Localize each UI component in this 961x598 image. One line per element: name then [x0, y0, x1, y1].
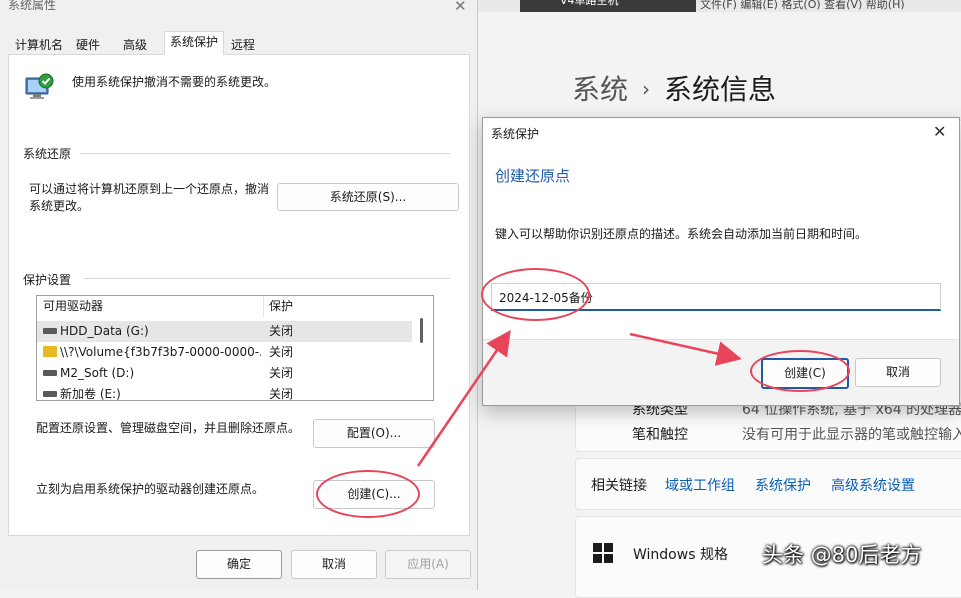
drive-name: M2_Soft (D:) [60, 366, 135, 380]
spec-label-pen-touch: 笔和触控 [632, 427, 688, 443]
link-system-protection[interactable]: 系统保护 [755, 478, 811, 494]
restore-description: 可以通过将计算机还原到上一个还原点，撤消系统更改。 [29, 182, 270, 213]
close-icon[interactable]: ✕ [454, 0, 467, 15]
page-title: 系统信息 [664, 73, 777, 106]
related-links-label: 相关链接 [591, 478, 647, 494]
column-divider [263, 296, 264, 317]
related-links-row: 相关链接 域或工作组 系统保护 高级系统设置 [591, 475, 935, 495]
cancel-button[interactable]: 取消 [291, 550, 377, 579]
tab-computer-name[interactable]: 计算机名 [9, 34, 69, 56]
drive-name: HDD_Data (G:) [60, 324, 149, 338]
intro-text: 使用系统保护撤消不需要的系统更改。 [72, 75, 277, 89]
link-domain-workgroup[interactable]: 域或工作组 [665, 478, 735, 494]
tab-system-protection[interactable]: 系统保护 [164, 31, 225, 55]
hdd-icon [43, 390, 57, 397]
hdd-icon [43, 369, 57, 376]
dialog-title: 系统属性 [8, 0, 57, 12]
create-restore-point-dialog: 系统保护 ✕ 创建还原点 键入可以帮助你识别还原点的描述。系统会自动添加当前日期… [482, 117, 960, 406]
chevron-right-icon: › [642, 77, 651, 101]
cancel-button[interactable]: 取消 [855, 358, 941, 387]
close-icon[interactable]: ✕ [933, 122, 946, 141]
windows-spec-label: Windows 规格 [633, 547, 728, 563]
column-header-protection[interactable]: 保护 [269, 296, 293, 317]
drive-name: \\?\Volume{f3b7f3b7-0000-0000-... [60, 345, 261, 359]
background-active-tab[interactable]: V4单路主机 [520, 0, 696, 12]
table-row[interactable]: HDD_Data (G:) 关闭 [37, 321, 412, 342]
link-advanced-settings[interactable]: 高级系统设置 [831, 478, 915, 494]
hdd-icon [43, 327, 57, 334]
configure-button[interactable]: 配置(O)... [313, 419, 435, 448]
footer-divider [483, 339, 959, 340]
windows-logo-icon [593, 543, 613, 563]
apply-button[interactable]: 应用(A) [385, 550, 471, 579]
ok-button[interactable]: 确定 [196, 550, 282, 579]
tab-advanced[interactable]: 高级 [117, 34, 153, 56]
group-label-system-restore: 系统还原 [23, 147, 72, 161]
drive-status: 关闭 [269, 387, 294, 401]
group-divider [84, 278, 450, 279]
group-divider [80, 153, 450, 154]
table-scrollbar[interactable] [420, 318, 423, 343]
background-tab-label: V4单路主机 [560, 0, 619, 7]
column-header-drive[interactable]: 可用驱动器 [43, 296, 103, 317]
annotation-ring-input [481, 268, 590, 321]
drive-status: 关闭 [269, 366, 294, 380]
annotation-ring-create-dialog [750, 350, 850, 392]
create-description: 立刻为启用系统保护的驱动器创建还原点。 [36, 482, 265, 496]
drive-table[interactable]: 可用驱动器 保护 HDD_Data (G:) 关闭 \\?\Volume{f3b… [36, 295, 434, 401]
table-row[interactable]: \\?\Volume{f3b7f3b7-0000-0000-... 关闭 [37, 342, 412, 363]
system-restore-button[interactable]: 系统还原(S)... [277, 183, 459, 211]
tab-hardware[interactable]: 硬件 [70, 34, 106, 56]
breadcrumb-parent[interactable]: 系统 [572, 73, 628, 106]
configure-description: 配置还原设置、管理磁盘空间，并且删除还原点。 [36, 421, 301, 435]
system-protection-icon [25, 73, 54, 99]
tab-remote[interactable]: 远程 [225, 34, 261, 56]
table-row[interactable]: M2_Soft (D:) 关闭 [37, 363, 412, 384]
drive-status: 关闭 [269, 345, 294, 359]
dialog-title: 系统保护 [491, 127, 540, 141]
watermark: 头条 @80后老方 [762, 543, 922, 567]
annotation-ring-create-button [316, 470, 420, 518]
table-row[interactable]: 新加卷 (E:) 关闭 [37, 384, 412, 401]
drive-status: 关闭 [269, 324, 294, 338]
background-menu-bar: 文件(F) 编辑(E) 格式(O) 查看(V) 帮助(H) [700, 0, 905, 11]
group-label-protection-settings: 保护设置 [23, 273, 72, 287]
drive-name: 新加卷 (E:) [60, 387, 121, 401]
dialog-titlebar [483, 118, 959, 149]
dialog-description: 键入可以帮助你识别还原点的描述。系统会自动添加当前日期和时间。 [495, 227, 868, 241]
dialog-heading: 创建还原点 [495, 167, 571, 185]
spec-value-pen-touch: 没有可用于此显示器的笔或触控输入 [742, 427, 961, 443]
settings-breadcrumb: 系统 › 系统信息 [572, 68, 776, 108]
folder-icon [43, 346, 57, 357]
